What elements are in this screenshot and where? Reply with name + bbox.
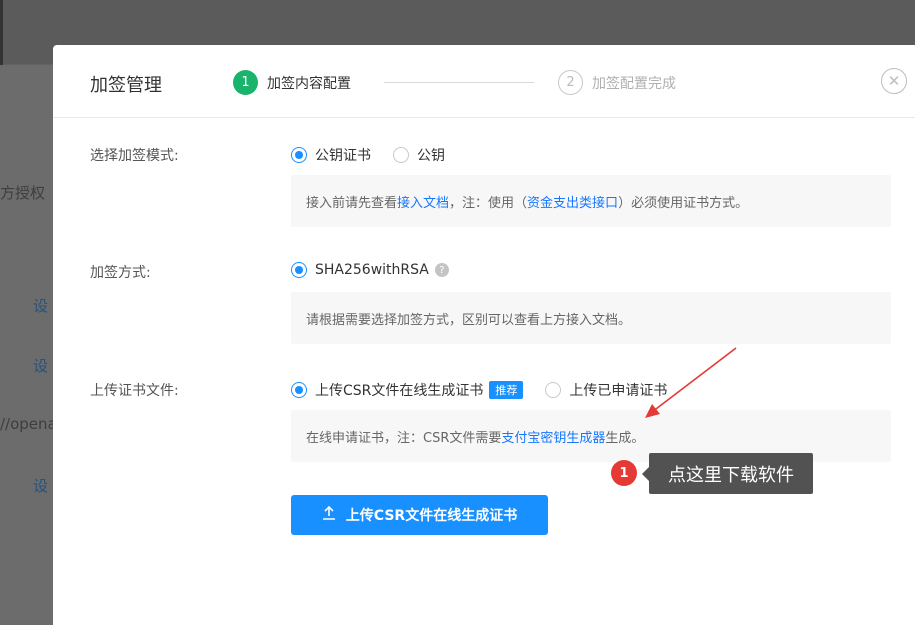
info-text: ，注：使用（ <box>449 195 528 211</box>
info-text: 生成。 <box>605 430 645 446</box>
step-2-label: 加签配置完成 <box>592 75 676 92</box>
step-2-number: 2 <box>558 70 583 95</box>
radio-label: 上传CSR文件在线生成证书 <box>315 383 484 399</box>
sign-mode-radio-group: 公钥证书 公钥 <box>291 145 467 165</box>
info-text: 在线申请证书，注：CSR文件需要 <box>306 430 502 446</box>
sign-mode-label: 选择加签模式: <box>90 148 179 164</box>
step-1: 1 加签内容配置 <box>233 70 351 95</box>
upload-button-label: 上传CSR文件在线生成证书 <box>345 508 518 524</box>
radio-label: SHA256withRSA <box>315 262 429 278</box>
radio-label: 公钥 <box>417 148 445 164</box>
radio-checked-icon <box>291 147 307 163</box>
step-connector <box>384 82 534 83</box>
info-text: ）必须使用证书方式。 <box>618 195 749 211</box>
radio-upload-existing-cert[interactable]: 上传已申请证书 <box>545 380 667 400</box>
dialog-title: 加签管理 <box>90 75 162 96</box>
annotation-number-badge: 1 <box>611 460 637 486</box>
sign-method-info: 请根据需要选择加签方式，区别可以查看上方接入文档。 <box>291 292 891 344</box>
radio-checked-icon <box>291 382 307 398</box>
sign-config-dialog: 加签管理 1 加签内容配置 2 加签配置完成 ✕ 选择加签模式: 公钥证书 公钥… <box>53 45 915 625</box>
radio-label: 公钥证书 <box>315 148 371 164</box>
upload-icon <box>322 505 336 524</box>
annotation-tooltip: 点这里下载软件 <box>642 453 813 494</box>
sign-method-label: 加签方式: <box>90 265 151 281</box>
radio-sha256withrsa[interactable]: SHA256withRSA ? <box>291 262 449 278</box>
radio-unchecked-icon <box>393 147 409 163</box>
radio-public-key-cert[interactable]: 公钥证书 <box>291 145 371 165</box>
radio-public-key[interactable]: 公钥 <box>393 145 445 165</box>
dialog-header: 加签管理 1 加签内容配置 2 加签配置完成 ✕ <box>53 45 915 118</box>
background-text: 方授权 <box>0 184 46 202</box>
upload-csr-button[interactable]: 上传CSR文件在线生成证书 <box>291 495 548 535</box>
background-text: //opena <box>0 415 57 433</box>
step-1-number: 1 <box>233 70 258 95</box>
recommend-badge: 推荐 <box>489 381 524 399</box>
info-text: 接入前请先查看 <box>306 195 398 211</box>
fund-api-link[interactable]: 资金支出类接口 <box>527 192 618 211</box>
upload-cert-label: 上传证书文件: <box>90 383 179 399</box>
radio-checked-icon <box>291 262 307 278</box>
step-1-label: 加签内容配置 <box>267 75 351 92</box>
background-left-tab <box>0 0 3 65</box>
sign-mode-info: 接入前请先查看 接入文档 ，注：使用（ 资金支出类接口 ）必须使用证书方式。 <box>291 175 891 227</box>
background-link: 设 <box>33 357 49 375</box>
background-link: 设 <box>33 477 49 495</box>
radio-unchecked-icon <box>545 382 562 398</box>
key-generator-link[interactable]: 支付宝密钥生成器 <box>501 427 605 446</box>
help-icon[interactable]: ? <box>434 263 449 277</box>
step-2: 2 加签配置完成 <box>558 70 676 95</box>
sign-method-radio-group: SHA256withRSA ? <box>291 262 471 278</box>
radio-upload-csr[interactable]: 上传CSR文件在线生成证书 推荐 <box>291 380 524 400</box>
background-link: 设 <box>33 297 49 315</box>
upload-cert-radio-group: 上传CSR文件在线生成证书 推荐 上传已申请证书 <box>291 380 689 400</box>
radio-label: 上传已申请证书 <box>569 383 668 399</box>
access-doc-link[interactable]: 接入文档 <box>397 192 449 211</box>
close-icon[interactable]: ✕ <box>881 68 907 94</box>
